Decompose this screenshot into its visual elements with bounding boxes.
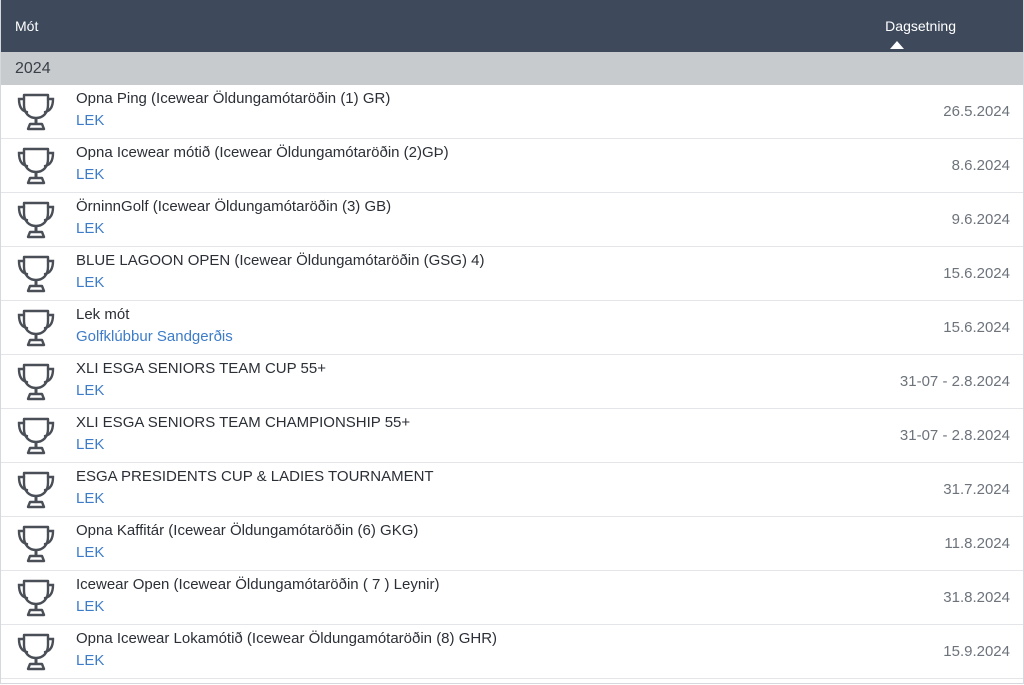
table-row[interactable]: Icewear Open (Icewear Öldungamótaröðin (… xyxy=(1,571,1023,625)
tournament-club-link[interactable]: LEK xyxy=(76,220,104,237)
tournament-club-link[interactable]: LEK xyxy=(76,112,104,129)
tournament-date: 8.6.2024 xyxy=(951,157,1010,174)
tournament-date: 31-07 - 2.8.2024 xyxy=(899,373,1010,390)
tournament-list: Mót Dagsetning 2024 Opna Ping (Icewear Ö… xyxy=(0,0,1024,684)
tournament-name[interactable]: Opna Ping (Icewear Öldungamótaröðin (1) … xyxy=(76,90,390,107)
table-row[interactable]: XLI ESGA SENIORS TEAM CHAMPIONSHIP 55+ L… xyxy=(1,409,1023,463)
trophy-icon xyxy=(17,579,55,617)
tournament-name[interactable]: ESGA PRESIDENTS CUP & LADIES TOURNAMENT xyxy=(76,468,434,485)
tournament-club-link[interactable]: LEK xyxy=(76,598,104,615)
table-row[interactable]: Opna Icewear Lokamótið (Icewear Öldungam… xyxy=(1,625,1023,679)
tournament-name[interactable]: BLUE LAGOON OPEN (Icewear Öldungamótaröð… xyxy=(76,252,484,269)
tournament-name[interactable]: Opna Kaffitár (Icewear Öldungamótaröðin … xyxy=(76,522,418,539)
tournament-name[interactable]: XLI ESGA SENIORS TEAM CHAMPIONSHIP 55+ xyxy=(76,414,410,431)
tournament-date: 11.8.2024 xyxy=(944,535,1010,552)
tournament-date: 15.6.2024 xyxy=(943,265,1010,282)
trophy-icon xyxy=(17,147,55,185)
tournament-club-link[interactable]: LEK xyxy=(76,382,104,399)
table-row[interactable]: BLUE LAGOON OPEN (Icewear Öldungamótaröð… xyxy=(1,247,1023,301)
tournament-date: 9.6.2024 xyxy=(951,211,1010,228)
tournament-club-link[interactable]: LEK xyxy=(76,436,104,453)
table-header: Mót Dagsetning xyxy=(1,0,1023,52)
tournament-date: 31.7.2024 xyxy=(943,481,1010,498)
tournament-date: 26.5.2024 xyxy=(943,103,1010,120)
tournament-club-link[interactable]: LEK xyxy=(76,544,104,561)
trophy-icon xyxy=(17,417,55,455)
tournament-name[interactable]: Lek mót xyxy=(76,306,129,323)
trophy-icon xyxy=(17,525,55,563)
tournament-date: 31.8.2024 xyxy=(943,589,1010,606)
tournament-name[interactable]: Opna Icewear Lokamótið (Icewear Öldungam… xyxy=(76,630,497,647)
trophy-icon xyxy=(17,363,55,401)
table-row[interactable]: Opna Icewear mótið (Icewear Öldungamótar… xyxy=(1,139,1023,193)
tournament-name[interactable]: ÖrninnGolf (Icewear Öldungamótaröðin (3)… xyxy=(76,198,391,215)
year-label: 2024 xyxy=(15,60,51,77)
tournament-rows: Opna Ping (Icewear Öldungamótaröðin (1) … xyxy=(1,85,1023,679)
table-row[interactable]: XLI ESGA SENIORS TEAM CUP 55+ LEK 31-07 … xyxy=(1,355,1023,409)
column-header-tournament[interactable]: Mót xyxy=(15,18,38,34)
tournament-club-link[interactable]: LEK xyxy=(76,652,104,669)
trophy-icon xyxy=(17,93,55,131)
tournament-club-link[interactable]: LEK xyxy=(76,166,104,183)
tournament-name[interactable]: Opna Icewear mótið (Icewear Öldungamótar… xyxy=(76,144,449,161)
table-row[interactable]: Opna Kaffitár (Icewear Öldungamótaröðin … xyxy=(1,517,1023,571)
tournament-club-link[interactable]: Golfklúbbur Sandgerðis xyxy=(76,328,233,345)
trophy-icon xyxy=(17,309,55,347)
table-row[interactable]: ÖrninnGolf (Icewear Öldungamótaröðin (3)… xyxy=(1,193,1023,247)
year-group-header: 2024 xyxy=(1,52,1023,85)
table-row[interactable]: ESGA PRESIDENTS CUP & LADIES TOURNAMENT … xyxy=(1,463,1023,517)
tournament-name[interactable]: XLI ESGA SENIORS TEAM CUP 55+ xyxy=(76,360,326,377)
tournament-date: 15.9.2024 xyxy=(943,643,1010,660)
tournament-club-link[interactable]: LEK xyxy=(76,274,104,291)
table-row[interactable]: Opna Ping (Icewear Öldungamótaröðin (1) … xyxy=(1,85,1023,139)
tournament-name[interactable]: Icewear Open (Icewear Öldungamótaröðin (… xyxy=(76,576,440,593)
trophy-icon xyxy=(17,633,55,671)
tournament-club-link[interactable]: LEK xyxy=(76,490,104,507)
column-header-date[interactable]: Dagsetning xyxy=(885,18,956,34)
trophy-icon xyxy=(17,471,55,509)
trophy-icon xyxy=(17,255,55,293)
trophy-icon xyxy=(17,201,55,239)
tournament-date: 31-07 - 2.8.2024 xyxy=(899,427,1010,444)
sort-ascending-icon[interactable] xyxy=(890,41,904,49)
table-row[interactable]: Lek mót Golfklúbbur Sandgerðis 15.6.2024 xyxy=(1,301,1023,355)
tournament-date: 15.6.2024 xyxy=(943,319,1010,336)
